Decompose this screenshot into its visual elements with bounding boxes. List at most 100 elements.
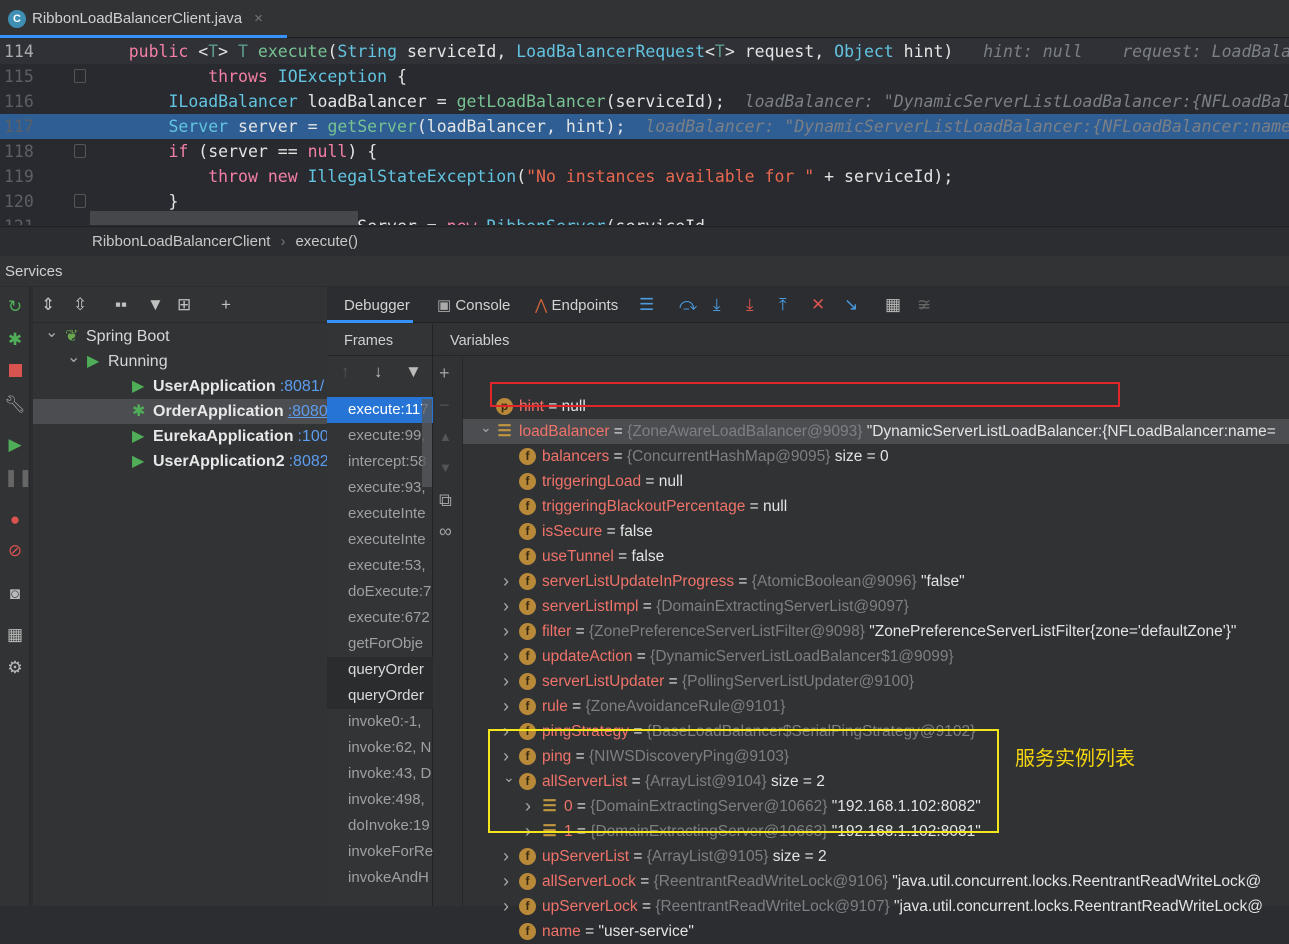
- stack-frame[interactable]: invoke:62, N: [327, 735, 433, 761]
- frame-down-icon[interactable]: ↓: [374, 362, 383, 382]
- stop-icon[interactable]: [4, 361, 26, 383]
- stack-frame[interactable]: queryOrder: [327, 683, 433, 709]
- stack-frame[interactable]: queryOrder: [327, 657, 433, 683]
- tab-console[interactable]: ▣ Console: [437, 287, 527, 323]
- chevron-down-icon[interactable]: ⌄: [480, 415, 492, 440]
- variable-row[interactable]: f triggeringBlackoutPercentage = null: [463, 494, 1289, 519]
- line-number[interactable]: 121: [4, 214, 34, 225]
- stack-frame[interactable]: execute:672: [327, 605, 433, 631]
- line-number[interactable]: 116: [4, 89, 34, 114]
- stack-frame[interactable]: invokeForRe: [327, 839, 433, 865]
- stack-frame[interactable]: executeInte: [327, 527, 433, 553]
- chevron-right-icon[interactable]: ›: [503, 694, 509, 719]
- variable-row[interactable]: › f upServerList = {ArrayList@9105} size =…: [463, 844, 1289, 869]
- frame-up-icon[interactable]: ↑: [341, 362, 350, 382]
- line-number[interactable]: 114: [4, 39, 34, 64]
- variable-row[interactable]: f isSecure = false: [463, 519, 1289, 544]
- line-number[interactable]: 118: [4, 139, 34, 164]
- frame-filter-icon[interactable]: ▼: [405, 362, 422, 382]
- breadcrumb-class[interactable]: RibbonLoadBalancerClient: [92, 233, 270, 250]
- fold-marker-icon[interactable]: [74, 69, 86, 83]
- chevron-right-icon[interactable]: ›: [503, 644, 509, 669]
- stack-frame[interactable]: execute:99,: [327, 423, 433, 449]
- chevron-down-icon[interactable]: ⌄: [45, 320, 58, 345]
- editor-tab[interactable]: C RibbonLoadBalancerClient.java ×: [0, 2, 287, 38]
- force-step-into-icon[interactable]: ⤓: [746, 295, 754, 315]
- expand-all-icon[interactable]: ⇕: [41, 295, 55, 315]
- chevron-right-icon[interactable]: ›: [503, 619, 509, 644]
- filter-icon[interactable]: ▼: [147, 295, 164, 315]
- close-icon[interactable]: ×: [254, 10, 263, 27]
- pause-icon[interactable]: ❚❚: [4, 467, 33, 489]
- breadcrumb-method[interactable]: execute(): [295, 233, 358, 250]
- code-line[interactable]: 116 ILoadBalancer loadBalancer = getLoad…: [0, 89, 1289, 114]
- variable-row[interactable]: › f upServerLock = {ReentrantReadWriteLock…: [463, 894, 1289, 919]
- service-tree-item[interactable]: ▶ EurekaApplication:10000/: [33, 424, 351, 449]
- layout-icon[interactable]: ▦: [4, 624, 26, 646]
- service-tree-item[interactable]: ✱ OrderApplication:8080/: [33, 399, 332, 424]
- chevron-right-icon[interactable]: ›: [503, 869, 509, 894]
- chevron-right-icon[interactable]: ›: [503, 669, 509, 694]
- variable-row[interactable]: › f serverListUpdater = {PollingServerList…: [463, 669, 1289, 694]
- copy-icon[interactable]: ⧉: [439, 490, 452, 511]
- tab-endpoints[interactable]: ⋀ Endpoints: [535, 287, 635, 323]
- stack-frame[interactable]: doInvoke:19: [327, 813, 433, 839]
- trace-icon[interactable]: ≆: [917, 295, 931, 315]
- variable-row[interactable]: f useTunnel = false: [463, 544, 1289, 569]
- mute-breakpoints-icon[interactable]: ⊘: [4, 540, 26, 562]
- stack-frame[interactable]: intercept:58: [327, 449, 433, 475]
- evaluate-expression-icon[interactable]: ▦: [885, 295, 901, 315]
- run-to-cursor-icon[interactable]: ↘: [844, 295, 858, 315]
- service-tree-item[interactable]: ⌄ ▶ Running: [33, 349, 327, 374]
- line-number[interactable]: 117: [4, 114, 34, 139]
- add-service-icon[interactable]: +: [221, 295, 231, 315]
- step-into-icon[interactable]: ⤓: [713, 295, 721, 315]
- service-tree-item[interactable]: ▶ UserApplication2:8082/: [33, 449, 333, 474]
- variable-row[interactable]: › f serverListImpl = {DomainExtractingServ…: [463, 594, 1289, 619]
- stack-frame[interactable]: invoke0:-1,: [327, 709, 433, 735]
- chevron-right-icon[interactable]: ›: [503, 844, 509, 869]
- code-line[interactable]: 117 Server server = getServer(loadBalanc…: [0, 114, 1289, 139]
- code-line[interactable]: 114 public <T> T execute(String serviceI…: [0, 39, 1289, 64]
- chevron-right-icon[interactable]: ›: [503, 569, 509, 594]
- rerun-icon[interactable]: ↻: [4, 296, 26, 318]
- code-line[interactable]: 115 throws IOException {: [0, 64, 1289, 89]
- service-port-link[interactable]: :8080/: [288, 403, 332, 420]
- wrench-icon[interactable]: 🔧︎: [4, 394, 26, 416]
- stack-frame[interactable]: execute:53,: [327, 553, 433, 579]
- line-number[interactable]: 119: [4, 164, 34, 189]
- stack-frame[interactable]: invoke:43, D: [327, 761, 433, 787]
- new-tab-icon[interactable]: ⊞: [177, 295, 191, 315]
- view-breakpoints-icon[interactable]: ●: [4, 509, 26, 531]
- step-out-icon[interactable]: ⤒: [779, 295, 787, 315]
- fold-marker-icon[interactable]: [74, 194, 86, 208]
- add-watch-icon[interactable]: +: [439, 363, 450, 384]
- collapse-all-icon[interactable]: ⇳: [73, 295, 87, 315]
- variable-row[interactable]: › f allServerLock = {ReentrantReadWriteLoc…: [463, 869, 1289, 894]
- variable-row[interactable]: ⌄ ☰ loadBalancer = {ZoneAwareLoadBalancer@…: [463, 419, 1289, 444]
- service-port-link[interactable]: :8081/: [280, 378, 324, 395]
- stack-frame[interactable]: invokeAndH: [327, 865, 433, 891]
- stack-frame[interactable]: doExecute:7: [327, 579, 433, 605]
- variable-row[interactable]: f name = "user-service": [463, 919, 1289, 944]
- variable-row[interactable]: f triggeringLoad = null: [463, 469, 1289, 494]
- stack-frame[interactable]: executeInte: [327, 501, 433, 527]
- line-number[interactable]: 115: [4, 64, 34, 89]
- step-over-icon[interactable]: ⤼: [679, 295, 697, 315]
- move-down-icon[interactable]: ▼: [439, 460, 452, 475]
- stack-frame[interactable]: execute:93,: [327, 475, 433, 501]
- service-tree-item[interactable]: ▶ UserApplication:8081/: [33, 374, 327, 399]
- debug-icon[interactable]: ✱: [4, 329, 26, 351]
- drop-frame-icon[interactable]: ✕: [811, 295, 825, 315]
- code-line[interactable]: 119 throw new IllegalStateException("No …: [0, 164, 1289, 189]
- variable-row[interactable]: f balancers = {ConcurrentHashMap@9095} si…: [463, 444, 1289, 469]
- layout-menu-icon[interactable]: ☰: [639, 295, 654, 315]
- stack-frame[interactable]: getForObje: [327, 631, 433, 657]
- remove-watch-icon[interactable]: −: [439, 395, 450, 416]
- resume-icon[interactable]: ▶: [4, 434, 26, 456]
- watches-glasses-icon[interactable]: ∞: [439, 521, 452, 542]
- variable-row[interactable]: › f filter = {ZonePreferenceServerListFilt…: [463, 619, 1289, 644]
- group-by-icon[interactable]: ▪▪: [115, 295, 127, 315]
- camera-icon[interactable]: ◙: [4, 583, 26, 605]
- stack-frame[interactable]: execute:117: [327, 397, 433, 423]
